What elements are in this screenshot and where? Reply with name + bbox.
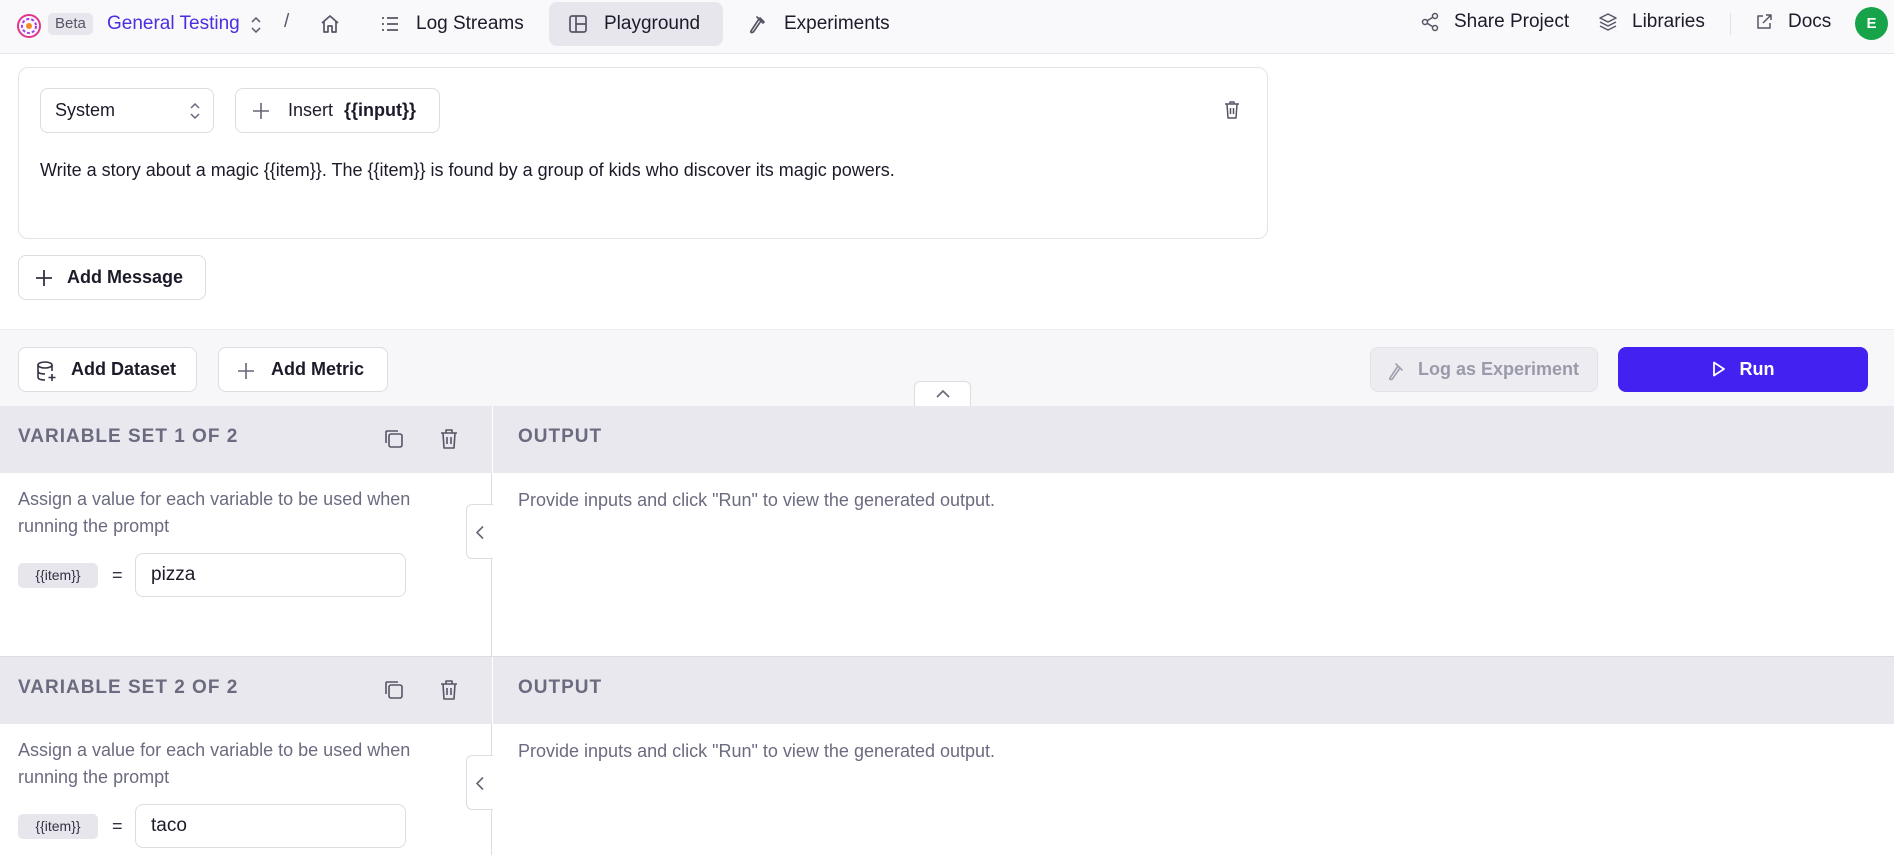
docs-link[interactable]: Docs [1754,11,1831,33]
prompt-text[interactable]: Write a story about a magic {{item}}. Th… [40,160,895,181]
output-placeholder: Provide inputs and click "Run" to view t… [518,741,996,761]
variable-set-title: VARIABLE SET 1 OF 2 [18,426,239,447]
header-divider [492,406,493,473]
home-icon[interactable] [318,12,342,36]
list-icon [382,17,398,31]
output-placeholder: Provide inputs and click "Run" to view t… [518,490,996,510]
libraries-button[interactable]: Libraries [1598,11,1705,33]
copy-icon[interactable] [382,678,406,702]
header-divider [1730,13,1731,35]
variable-set-title: VARIABLE SET 2 OF 2 [18,677,239,698]
logo-icon[interactable] [16,13,42,39]
database-add-icon [37,361,56,381]
variable-set-description: Assign a value for each variable to be u… [18,740,411,787]
variable-set-description: Assign a value for each variable to be u… [18,489,411,536]
equals-sign: = [112,816,123,836]
share-project-button[interactable]: Share Project [1420,11,1569,33]
trash-icon[interactable] [438,427,460,451]
nav-label: Log Streams [416,13,524,34]
trash-icon[interactable] [438,678,460,702]
plus-icon [36,270,52,286]
variable-tag: {{item}} [18,814,98,839]
add-message-label: Add Message [67,267,184,287]
play-icon [1712,361,1725,377]
nav-label: Playground [604,13,701,34]
insert-token: {{input}} [344,100,417,120]
avatar[interactable]: E [1855,7,1888,40]
libraries-label: Libraries [1632,11,1705,32]
chevron-left-icon [475,525,484,540]
collapse-side-toggle[interactable] [466,504,493,559]
variable-value-input[interactable] [135,804,406,848]
nav-playground[interactable]: Playground [549,2,723,46]
run-label: Run [1739,359,1775,379]
chevron-updown-icon[interactable] [249,15,263,35]
role-value: System [55,100,116,120]
plus-icon [238,363,254,379]
run-button[interactable]: Run [1618,347,1868,392]
flask-icon [1389,363,1403,381]
role-select[interactable]: System [40,88,214,133]
collapse-side-toggle[interactable] [466,755,493,810]
header-divider [492,657,493,724]
message-card: System Insert {{input}} Write a story ab… [18,67,1268,239]
insert-label: Insert [288,100,334,120]
breadcrumb-separator: / [284,11,290,32]
trash-icon[interactable] [1222,99,1242,121]
nav-label: Experiments [784,13,890,34]
add-message-button[interactable]: Add Message [18,255,206,300]
variable-value-input[interactable] [135,553,406,597]
project-selector[interactable]: General Testing [107,12,240,36]
output-title: OUTPUT [518,426,603,447]
add-metric-button[interactable]: Add Metric [218,347,388,392]
add-dataset-button[interactable]: Add Dataset [18,347,197,392]
collapse-panel-toggle[interactable] [914,381,971,406]
nav-experiments[interactable]: Experiments [744,2,904,46]
variable-set-body: Assign a value for each variable to be u… [0,724,492,855]
share-icon [1421,12,1439,32]
variable-set-header: VARIABLE SET 2 OF 2 OUTPUT [0,657,1894,724]
flask-icon [749,16,765,34]
top-bar: Beta General Testing / Log Streams Playg… [0,0,1894,54]
layers-icon [1599,13,1617,31]
chevron-left-icon [475,776,484,791]
nav-log-streams[interactable]: Log Streams [376,2,526,46]
chevron-up-icon [936,389,950,398]
log-experiment-label: Log as Experiment [1418,359,1580,379]
variable-set-header: VARIABLE SET 1 OF 2 OUTPUT [0,406,1894,473]
copy-icon[interactable] [382,427,406,451]
variable-set-body: Assign a value for each variable to be u… [0,473,492,656]
external-link-icon [1757,14,1772,29]
add-metric-label: Add Metric [271,359,365,379]
beta-badge: Beta [48,13,93,35]
variable-tag: {{item}} [18,563,98,588]
docs-label: Docs [1788,11,1832,32]
layout-icon [569,15,587,33]
output-title: OUTPUT [518,677,603,698]
log-as-experiment-button[interactable]: Log as Experiment [1370,347,1598,392]
insert-input-button[interactable]: Insert {{input}} [235,88,440,133]
plus-icon [253,103,269,119]
share-label: Share Project [1454,11,1570,32]
chevron-updown-icon [190,102,200,120]
equals-sign: = [112,565,123,585]
add-dataset-label: Add Dataset [71,359,177,379]
